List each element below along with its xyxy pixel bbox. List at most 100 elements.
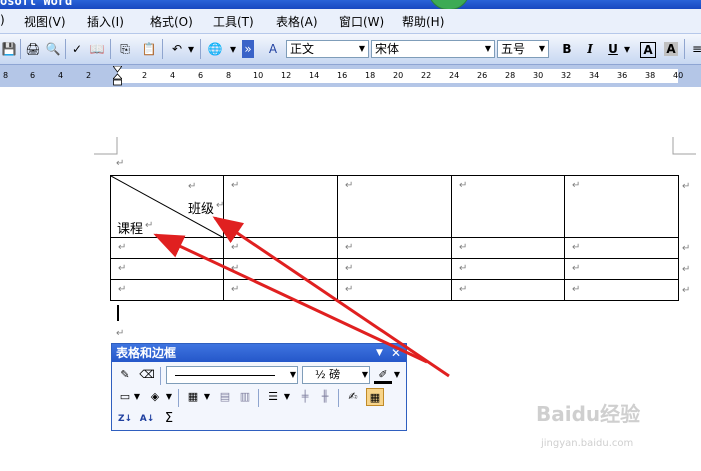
print-preview-icon[interactable]: 🔍 bbox=[44, 40, 62, 58]
table-cell[interactable]: ↵ bbox=[223, 279, 338, 301]
ruler-number: 20 bbox=[393, 71, 404, 80]
italic-button[interactable]: I bbox=[581, 40, 599, 58]
table-cell[interactable]: ↵ bbox=[451, 258, 565, 280]
font-combo[interactable]: 宋体 ▼ bbox=[371, 40, 495, 58]
paragraph-mark: ↵ bbox=[345, 263, 354, 274]
header-label-class: 班级 bbox=[188, 202, 215, 217]
chevron-down-icon[interactable]: ▼ bbox=[482, 41, 494, 57]
menu-view[interactable]: 视图(V) bbox=[24, 13, 66, 30]
research-icon[interactable]: 📖 bbox=[88, 40, 106, 58]
font-size-combo[interactable]: 五号 ▼ bbox=[497, 40, 549, 58]
styles-icon[interactable]: A bbox=[264, 40, 282, 58]
underline-button[interactable]: U bbox=[604, 40, 622, 58]
chevron-down-icon[interactable]: ▼ bbox=[356, 41, 368, 57]
separator bbox=[162, 39, 163, 59]
distribute-columns-icon[interactable]: ╫ bbox=[316, 388, 334, 406]
paragraph-mark: ↵ bbox=[459, 242, 468, 253]
table-cell[interactable]: ↵ bbox=[337, 237, 452, 259]
paragraph-mark: ↵ bbox=[572, 180, 581, 191]
table-cell[interactable]: ↵ bbox=[564, 258, 679, 280]
eraser-icon[interactable]: ⌫ bbox=[138, 366, 156, 384]
border-dropdown-icon[interactable]: ▼ bbox=[132, 388, 142, 406]
align-left-icon[interactable]: ≡ bbox=[688, 40, 701, 58]
font-size-value: 五号 bbox=[501, 42, 526, 56]
toolbar-menu-icon[interactable]: ▼ bbox=[376, 344, 383, 362]
table-cell[interactable]: ↵ bbox=[110, 237, 224, 259]
align-dropdown-icon[interactable]: ▼ bbox=[282, 388, 292, 406]
bold-button[interactable]: B bbox=[558, 40, 576, 58]
undo-icon[interactable]: ↶ bbox=[168, 40, 186, 58]
table-cell[interactable]: ↵ bbox=[451, 279, 565, 301]
paragraph-mark: ↵ bbox=[118, 284, 127, 295]
menu-format[interactable]: 格式(O) bbox=[150, 13, 193, 30]
paste-icon[interactable]: 📋 bbox=[140, 40, 158, 58]
table-cell[interactable]: ↵ bbox=[223, 258, 338, 280]
distribute-rows-icon[interactable]: ╪ bbox=[296, 388, 314, 406]
chevron-down-icon[interactable]: ▼ bbox=[290, 367, 296, 383]
draw-table-icon[interactable]: ✎ bbox=[116, 366, 134, 384]
menu-tools[interactable]: 工具(T) bbox=[213, 13, 254, 30]
ruler-number: 10 bbox=[253, 71, 264, 80]
table-cell[interactable]: ↵ bbox=[337, 258, 452, 280]
sort-ascending-icon[interactable]: A↓ bbox=[138, 410, 156, 428]
table-cell[interactable]: ↵ bbox=[451, 237, 565, 259]
table-cell[interactable]: ↵ bbox=[223, 175, 338, 238]
undo-dropdown-icon[interactable]: ▾ bbox=[186, 40, 196, 58]
align-cell-icon[interactable]: ☰ bbox=[264, 388, 282, 406]
split-cells-icon[interactable]: ▥ bbox=[236, 388, 254, 406]
table-cell[interactable]: ↵ bbox=[451, 175, 565, 238]
menu-insert[interactable]: 插入(I) bbox=[87, 13, 124, 30]
toolbar-options-icon[interactable]: ▾ bbox=[228, 40, 238, 58]
separator bbox=[110, 39, 111, 59]
ruler-number: 30 bbox=[533, 71, 544, 80]
paragraph-mark: ↵ bbox=[459, 180, 468, 191]
style-combo[interactable]: 正文 ▼ bbox=[286, 40, 369, 58]
ruler-number: 32 bbox=[561, 71, 572, 80]
copy-icon[interactable]: ⎘ bbox=[116, 40, 134, 58]
floating-toolbar-titlebar[interactable]: 表格和边框 ▼ ✕ bbox=[112, 344, 406, 362]
close-icon[interactable]: ✕ bbox=[391, 344, 401, 362]
border-color-icon[interactable]: ✐ bbox=[374, 366, 392, 384]
menu-window[interactable]: 窗口(W) bbox=[339, 13, 384, 30]
ruler-number: 6 bbox=[30, 71, 36, 80]
spelling-icon[interactable]: ✓ bbox=[68, 40, 86, 58]
diagonal-header-cell[interactable]: ↵ 班级 ↵ 课程 ↵ bbox=[110, 175, 224, 238]
line-weight-combo[interactable]: ½ 磅 ▼ bbox=[302, 366, 370, 384]
merge-cells-icon[interactable]: ▤ bbox=[216, 388, 234, 406]
table-cell[interactable]: ↵ bbox=[110, 279, 224, 301]
autosum-icon[interactable]: Σ bbox=[160, 410, 178, 428]
indent-marker-icon[interactable] bbox=[113, 66, 122, 86]
document-table[interactable]: ↵ 班级 ↵ 课程 ↵ ↵ ↵ ↵ ↵ ↵ ↵ ↵ ↵ ↵ ↵ ↵ ↵ ↵ ↵ … bbox=[110, 175, 679, 301]
table-cell[interactable]: ↵ bbox=[337, 279, 452, 301]
insert-table-dropdown-icon[interactable]: ▼ bbox=[202, 388, 212, 406]
table-cell[interactable]: ↵ bbox=[337, 175, 452, 238]
paragraph-mark: ↵ bbox=[231, 263, 240, 274]
char-border-button[interactable]: A bbox=[640, 42, 656, 58]
table-cell[interactable]: ↵ bbox=[223, 237, 338, 259]
paragraph-mark: ↵ bbox=[345, 242, 354, 253]
globe-icon bbox=[428, 0, 470, 9]
chevron-down-icon[interactable]: ▼ bbox=[536, 41, 548, 57]
insert-table-icon[interactable]: ▦ bbox=[184, 388, 202, 406]
shading-dropdown-icon[interactable]: ▼ bbox=[164, 388, 174, 406]
menu-help[interactable]: 帮助(H) bbox=[402, 13, 444, 30]
save-icon[interactable]: 💾 bbox=[0, 40, 18, 58]
show-gridlines-icon[interactable]: ▦ bbox=[366, 388, 384, 406]
table-cell[interactable]: ↵ bbox=[110, 258, 224, 280]
underline-dropdown-icon[interactable]: ▾ bbox=[622, 40, 632, 58]
shading-color-icon[interactable]: ◈ bbox=[146, 388, 164, 406]
sort-descending-icon[interactable]: Z↓ bbox=[116, 410, 134, 428]
char-shading-button[interactable]: A bbox=[664, 42, 678, 56]
line-style-combo[interactable]: ▼ bbox=[166, 366, 298, 384]
menu-table[interactable]: 表格(A) bbox=[276, 13, 318, 30]
table-cell[interactable]: ↵ bbox=[564, 237, 679, 259]
tables-borders-toolbar[interactable]: 表格和边框 ▼ ✕ ✎ ⌫ ▼ ½ 磅 ▼ ✐ ▼ ▭ ▼ ◈ ▼ ▦ ▼ ▤ … bbox=[111, 343, 407, 431]
table-cell[interactable]: ↵ bbox=[564, 279, 679, 301]
chevron-down-icon[interactable]: ▼ bbox=[362, 367, 368, 383]
table-autoformat-icon[interactable]: ✍ bbox=[344, 388, 362, 406]
toolbar-overflow-icon[interactable]: » bbox=[242, 40, 254, 58]
hyperlink-icon[interactable]: 🌐 bbox=[206, 40, 224, 58]
table-cell[interactable]: ↵ bbox=[564, 175, 679, 238]
print-icon[interactable]: 🖨 bbox=[24, 40, 42, 58]
border-color-dropdown-icon[interactable]: ▼ bbox=[392, 366, 402, 384]
